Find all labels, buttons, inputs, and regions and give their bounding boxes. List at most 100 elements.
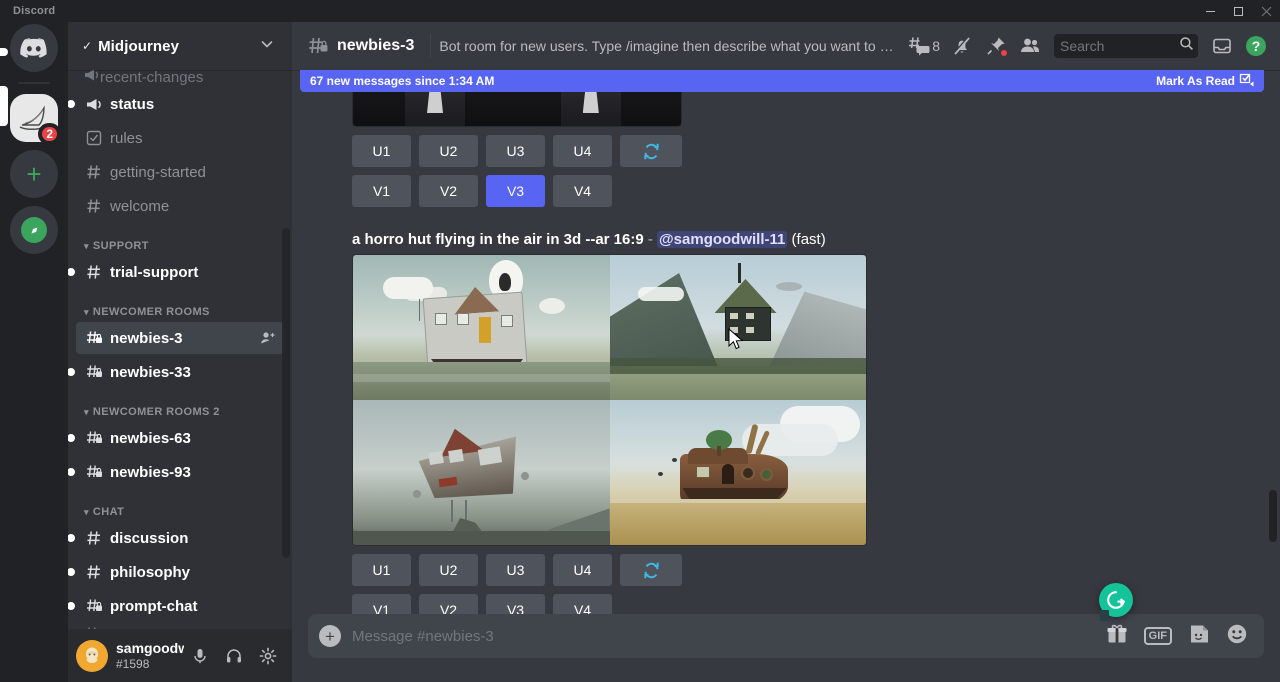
new-messages-bar[interactable]: 67 new messages since 1:34 AM Mark As Re… xyxy=(300,70,1264,92)
gear-icon[interactable] xyxy=(252,640,284,672)
search-placeholder: Search xyxy=(1060,38,1179,54)
main-content: newbies-3 Bot room for new users. Type /… xyxy=(292,0,1280,682)
mj-image-cell-1[interactable] xyxy=(353,255,610,400)
sidebar-item-newbies-93[interactable]: newbies-93 xyxy=(76,456,284,488)
sidebar-item-trial-support[interactable]: trial-support xyxy=(76,256,284,288)
message-scrollbar[interactable] xyxy=(1269,490,1277,542)
mark-read-icon xyxy=(1239,73,1254,90)
prompt-text: a horro hut flying in the air in 3d --ar… xyxy=(352,231,644,248)
button-v2[interactable]: V2 xyxy=(419,175,478,207)
channel-list[interactable]: recent-changes status xyxy=(68,70,292,629)
explore-servers-button[interactable] xyxy=(10,206,58,254)
gif-icon[interactable]: GIF xyxy=(1144,627,1172,645)
channel-recent-changes-partial[interactable]: recent-changes xyxy=(76,70,284,86)
threads-count: 8 xyxy=(932,38,940,54)
channel-label: trial-support xyxy=(110,264,276,281)
sidebar-item-newbies-3[interactable]: newbies-3 xyxy=(76,322,284,354)
grammarly-widget[interactable] xyxy=(1099,583,1133,617)
search-input[interactable]: Search xyxy=(1054,34,1198,58)
button-u2[interactable]: U2 xyxy=(419,135,478,167)
button-u1[interactable]: U1 xyxy=(352,135,411,167)
header-actions: 8 Search xyxy=(904,30,1272,62)
sidebar-item-rules[interactable]: rules xyxy=(76,122,284,154)
message-input[interactable]: Message #newbies-3 xyxy=(352,628,1106,645)
sidebar-item-prompt-chat[interactable]: prompt-chat xyxy=(76,590,284,622)
button-u4[interactable]: U4 xyxy=(553,135,612,167)
category-newcomer-rooms[interactable]: ▾ NEWCOMER ROOMS xyxy=(68,290,292,322)
sidebar-item-discussion[interactable]: discussion xyxy=(76,522,284,554)
user-info[interactable]: samgoodw... #1598 xyxy=(116,640,184,671)
button-u3[interactable]: U3 xyxy=(486,554,545,586)
message-scroller[interactable]: U1 U2 U3 U4 V1 V2 V3 V4 xyxy=(292,70,1280,614)
hash-locked-icon xyxy=(84,362,104,382)
category-support[interactable]: ▾ SUPPORT xyxy=(68,224,292,256)
caret-down-icon: ▾ xyxy=(84,507,89,518)
caret-down-icon: ▾ xyxy=(84,307,89,318)
server-pill-home xyxy=(0,48,8,56)
guild-header[interactable]: ✓ Midjourney xyxy=(68,22,292,70)
mention-samgoodwill[interactable]: @samgoodwill-11 xyxy=(657,231,787,248)
category-label: CHAT xyxy=(93,506,124,518)
midjourney-image-grid-current[interactable] xyxy=(352,254,1264,546)
button-v1[interactable]: V1 xyxy=(352,594,411,614)
button-v4[interactable]: V4 xyxy=(553,175,612,207)
button-u2[interactable]: U2 xyxy=(419,554,478,586)
sidebar-item-getting-started[interactable]: getting-started xyxy=(76,156,284,188)
headphones-icon[interactable] xyxy=(218,640,250,672)
button-v3[interactable]: V3 xyxy=(486,594,545,614)
message-composer[interactable]: + Message #newbies-3 GIF xyxy=(308,614,1264,658)
button-u4[interactable]: U4 xyxy=(553,554,612,586)
mark-as-read-button[interactable]: Mark As Read xyxy=(1156,73,1254,90)
invite-icon[interactable] xyxy=(260,330,276,346)
button-reroll[interactable] xyxy=(620,135,682,167)
members-icon[interactable] xyxy=(1014,30,1046,62)
mj-image-cell-4[interactable] xyxy=(610,400,867,545)
rail-divider xyxy=(18,82,50,84)
sidebar-item-status[interactable]: status xyxy=(76,88,284,120)
search-icon xyxy=(1179,36,1194,56)
help-icon[interactable]: ? xyxy=(1240,30,1272,62)
button-v2[interactable]: V2 xyxy=(419,594,478,614)
hash-locked-icon xyxy=(84,428,104,448)
inbox-icon[interactable] xyxy=(1206,30,1238,62)
unread-dot xyxy=(68,434,75,442)
hash-locked-icon xyxy=(84,462,104,482)
sticker-icon[interactable] xyxy=(1188,623,1210,650)
pin-icon[interactable] xyxy=(980,30,1012,62)
sidebar-item-philosophy[interactable]: philosophy xyxy=(76,556,284,588)
maximize-icon[interactable] xyxy=(1224,0,1252,22)
avatar[interactable] xyxy=(76,640,108,672)
category-newcomer-rooms-2[interactable]: ▾ NEWCOMER ROOMS 2 xyxy=(68,390,292,422)
sidebar-item-newbies-63[interactable]: newbies-63 xyxy=(76,422,284,454)
help-glyph: ? xyxy=(1246,36,1266,56)
button-v1[interactable]: V1 xyxy=(352,175,411,207)
attach-button[interactable]: + xyxy=(308,614,352,658)
pin-unread-dot xyxy=(1000,49,1008,57)
sidebar-item-welcome[interactable]: welcome xyxy=(76,190,284,222)
header-divider xyxy=(430,34,431,58)
button-u1[interactable]: U1 xyxy=(352,554,411,586)
mj-image-cell-3[interactable] xyxy=(353,400,610,545)
emoji-icon[interactable] xyxy=(1226,623,1248,650)
sidebar-scrollbar[interactable] xyxy=(282,228,290,558)
channel-label: recent-changes xyxy=(100,70,203,86)
mic-icon[interactable] xyxy=(184,640,216,672)
threads-icon[interactable]: 8 xyxy=(904,30,944,62)
channel-label: philosophy xyxy=(110,564,276,581)
button-v4[interactable]: V4 xyxy=(553,594,612,614)
channel-topic[interactable]: Bot room for new users. Type /imagine th… xyxy=(439,38,894,54)
minimize-icon[interactable] xyxy=(1196,0,1224,22)
bell-muted-icon[interactable] xyxy=(946,30,978,62)
mj-image-cell-2[interactable] xyxy=(610,255,867,400)
window-controls xyxy=(1196,0,1280,22)
category-chat[interactable]: ▾ CHAT xyxy=(68,490,292,522)
button-reroll[interactable] xyxy=(620,554,682,586)
button-u3[interactable]: U3 xyxy=(486,135,545,167)
close-icon[interactable] xyxy=(1252,0,1280,22)
sidebar-item-newbies-33[interactable]: newbies-33 xyxy=(76,356,284,388)
add-server-button[interactable]: + xyxy=(10,150,58,198)
server-icon-direct-messages[interactable] xyxy=(10,24,58,72)
button-v3[interactable]: V3 xyxy=(486,175,545,207)
server-icon-midjourney[interactable]: 2 xyxy=(10,94,58,142)
gift-icon[interactable] xyxy=(1106,623,1128,650)
